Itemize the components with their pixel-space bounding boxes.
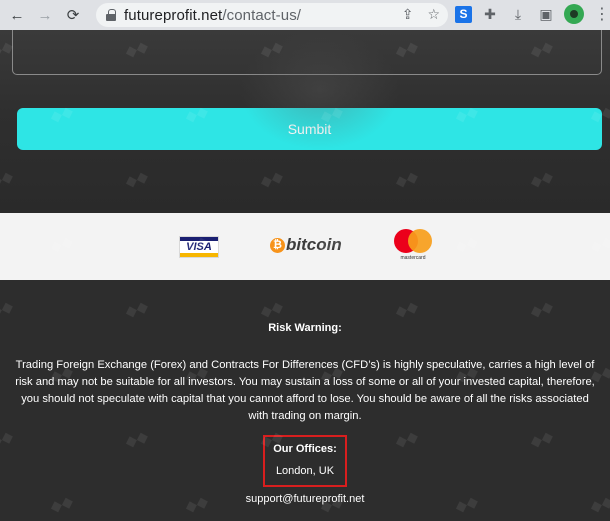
- risk-warning-text: Trading Foreign Exchange (Forex) and Con…: [15, 359, 595, 422]
- payment-methods-bar: VISA ₿ bitcoin mastercard: [0, 213, 610, 280]
- address-bar[interactable]: futureprofit.net/contact-us/ ⇪ ☆: [96, 3, 448, 27]
- url-path: /contact-us/: [222, 6, 302, 24]
- reload-icon[interactable]: ⟳: [62, 4, 84, 26]
- offices-title: Our Offices:: [273, 443, 337, 455]
- contact-form-section: Sumbit: [0, 30, 610, 213]
- visa-logo: VISA: [179, 236, 219, 258]
- mastercard-logo-text: mastercard: [400, 255, 426, 261]
- side-panel-icon[interactable]: ▣: [536, 4, 556, 24]
- profile-avatar-icon[interactable]: [564, 4, 584, 24]
- bookmark-star-icon[interactable]: ☆: [427, 6, 440, 23]
- page-content: Sumbit VISA ₿ bitcoin mastercard Risk Wa…: [0, 30, 610, 521]
- extension-s-icon[interactable]: S: [455, 5, 472, 23]
- risk-warning-title: Risk Warning:: [268, 322, 342, 334]
- url-host: futureprofit.net: [124, 6, 223, 24]
- bitcoin-logo-text: bitcoin: [286, 235, 342, 254]
- offices-location: London, UK: [275, 465, 335, 477]
- download-icon[interactable]: ⤓: [508, 4, 528, 24]
- support-email-link[interactable]: support@futureprofit.net: [0, 493, 610, 505]
- extensions-puzzle-icon[interactable]: ✚: [480, 4, 500, 24]
- submit-button[interactable]: Sumbit: [17, 108, 602, 150]
- mastercard-orange-circle: [408, 229, 432, 253]
- bitcoin-logo: ₿ bitcoin: [270, 235, 342, 255]
- browser-toolbar: ← → ⟳ futureprofit.net/contact-us/ ⇪ ☆ S…: [0, 0, 610, 30]
- lock-icon[interactable]: [106, 9, 116, 21]
- offices-highlight-box: Our Offices: London, UK: [263, 435, 347, 487]
- share-icon[interactable]: ⇪: [402, 6, 414, 23]
- bitcoin-coin-icon: ₿: [270, 237, 285, 253]
- forward-arrow-icon[interactable]: →: [34, 4, 56, 26]
- mastercard-logo: mastercard: [393, 229, 433, 263]
- url-text[interactable]: futureprofit.net/contact-us/: [124, 7, 301, 24]
- visa-logo-text: VISA: [186, 241, 212, 253]
- message-textarea[interactable]: [12, 30, 602, 75]
- back-arrow-icon[interactable]: ←: [6, 4, 28, 26]
- browser-menu-icon[interactable]: ⋮: [594, 4, 610, 24]
- footer: Risk Warning: Trading Foreign Exchange (…: [0, 280, 610, 521]
